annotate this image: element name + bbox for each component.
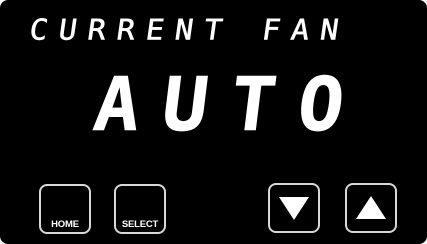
home-button[interactable]: HOME [39,184,91,234]
down-arrow-button[interactable] [268,183,320,233]
display-header-label: CURRENT FAN [27,14,352,48]
thermostat-display: CURRENT FAN AUTO HOME SELECT [0,0,427,244]
triangle-down-icon [279,197,309,220]
select-button[interactable]: SELECT [114,184,166,234]
up-arrow-button[interactable] [345,183,397,233]
select-button-label: SELECT [121,219,159,230]
home-button-label: HOME [51,219,79,230]
fan-mode-value: AUTO [89,62,372,149]
triangle-up-icon [356,196,386,219]
